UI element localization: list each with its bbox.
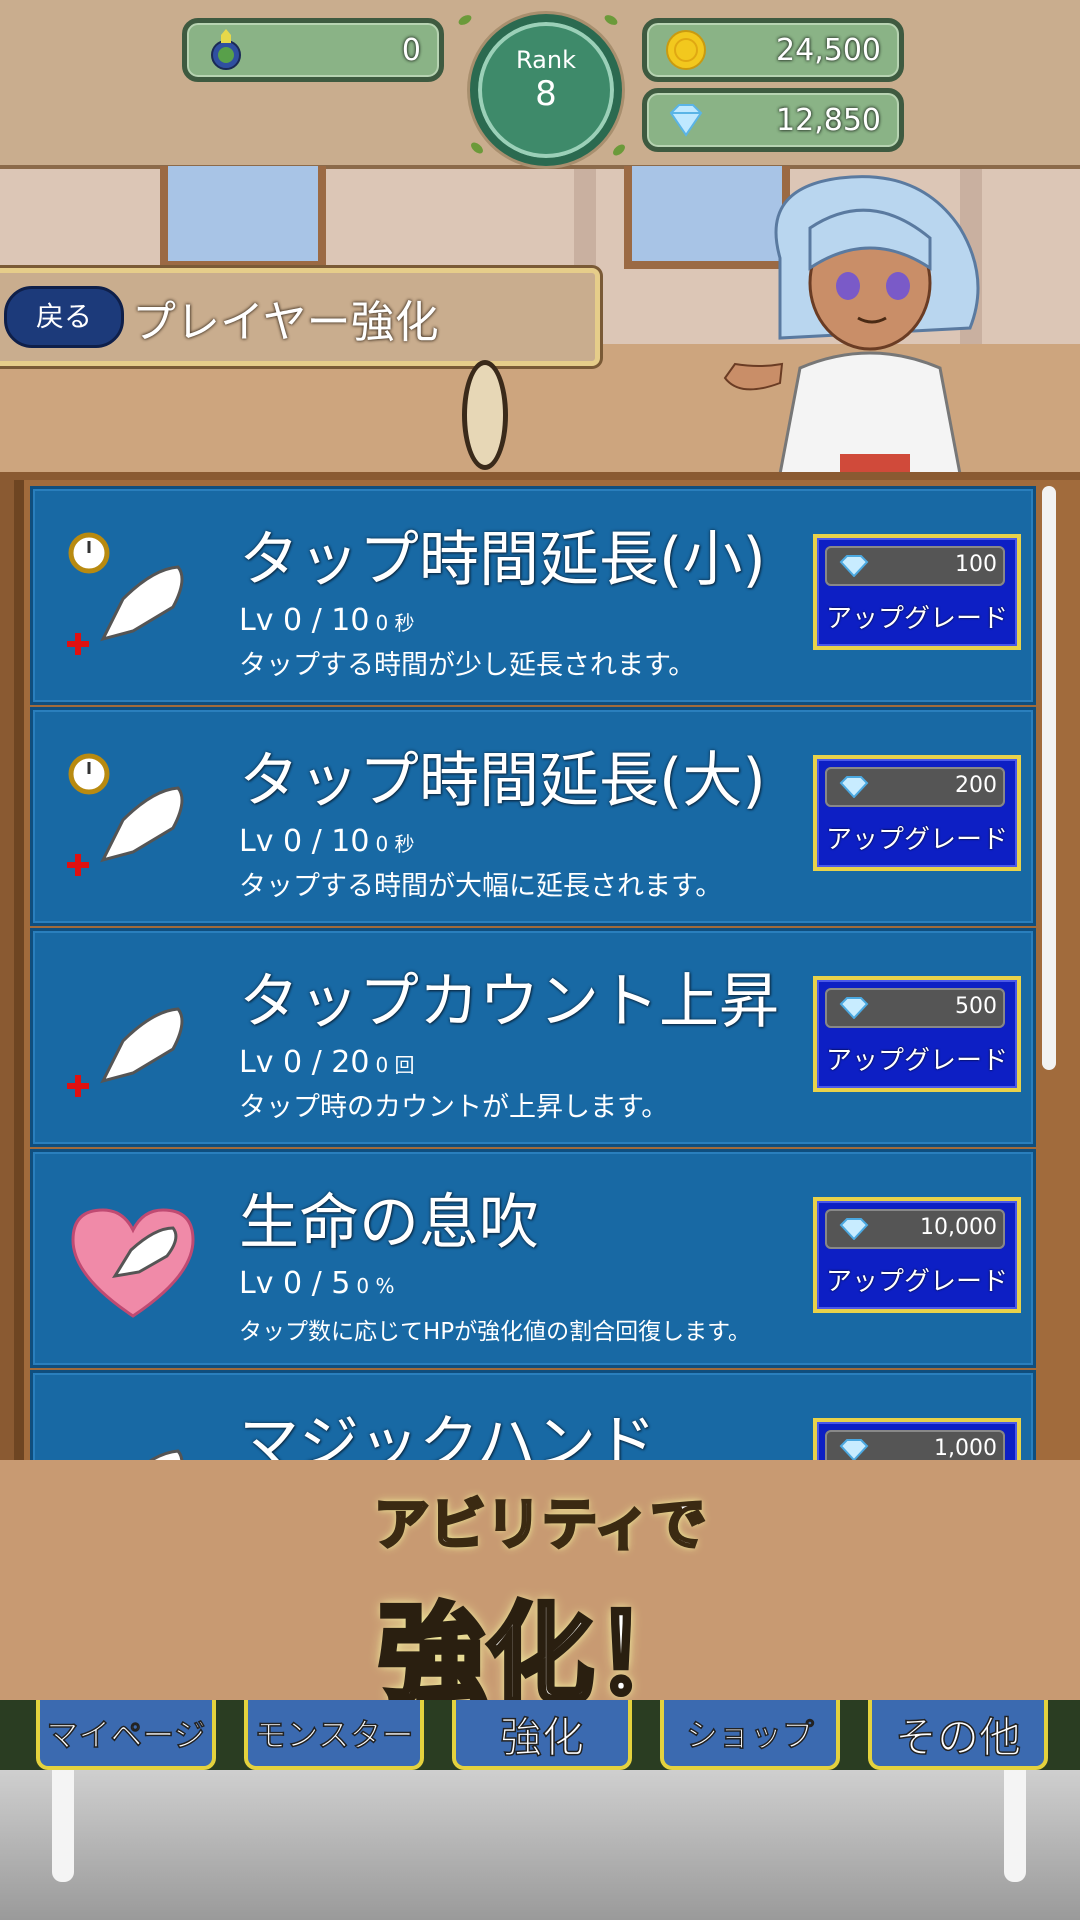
rank-label: Rank (516, 46, 576, 74)
tab-label: マイページ (46, 1715, 207, 1755)
gold-counter: 24,500 (642, 18, 904, 82)
upgrade-button[interactable]: 200 アップグレード (813, 755, 1021, 871)
hand-plus-icon (67, 1007, 184, 1097)
panel-scrollbar[interactable] (1042, 486, 1056, 1070)
upgrade-card-breath-of-life: 生命の息吹 Lv 0 / 50 % タップ数に応じてHPが強化値の割合回復します… (30, 1149, 1036, 1368)
gem-value: 12,850 (776, 103, 881, 138)
tab-shop[interactable]: ショップ (660, 1700, 840, 1770)
upgrade-name: タップ時間延長(小) (239, 525, 766, 595)
upgrade-name: 生命の息吹 (239, 1188, 539, 1258)
upgrade-card-tap-time-large: タップ時間延長(大) Lv 0 / 10 0 秒 タップする時間が大幅に延長されま… (30, 707, 1036, 926)
back-button[interactable]: 戻る (4, 286, 124, 348)
gold-value: 24,500 (776, 33, 881, 68)
tab-label: 強化 (499, 1712, 585, 1763)
diamond-icon (839, 1218, 869, 1240)
tab-upgrade[interactable]: 強化 (452, 1700, 632, 1770)
potion-counter: 0 (182, 18, 444, 82)
upgrade-description: タップ数に応じてHPが強化値の割合回復します。 (239, 1319, 751, 1345)
upgrade-level: Lv 0 / 10 0 秒 (239, 824, 415, 859)
potion-icon (211, 29, 241, 70)
footer-post (52, 1770, 74, 1882)
upgrade-card-tap-time-small: タップ時間延長(小) Lv 0 / 10 0 秒 タップする時間が少し延長されます… (30, 486, 1036, 705)
price-value: 10,000 (920, 1215, 997, 1240)
hand-timer-icon (67, 532, 184, 655)
upgrade-level: Lv 0 / 50 % (239, 1266, 395, 1301)
price-value: 500 (955, 994, 997, 1019)
potion-value: 0 (401, 33, 421, 68)
upgrade-button[interactable]: 500 アップグレード (813, 976, 1021, 1092)
heart-hand-icon (71, 1208, 195, 1318)
gold-coin-icon (666, 30, 706, 70)
window-left (160, 166, 326, 269)
price-value: 1,000 (934, 1436, 997, 1461)
upgrade-name: タップ時間延長(大) (239, 746, 766, 816)
footer-area (0, 1770, 1080, 1920)
diamond-icon (839, 997, 869, 1019)
upgrade-description: タップする時間が少し延長されます。 (239, 650, 696, 681)
tab-monster[interactable]: モンスター (244, 1700, 424, 1770)
price-field: 10,000 (825, 1209, 1005, 1249)
price-field: 500 (825, 988, 1005, 1028)
upgrade-level: Lv 0 / 20 0 回 (239, 1045, 415, 1080)
diamond-icon (839, 1439, 869, 1461)
price-field: 200 (825, 767, 1005, 807)
scene-shield (462, 360, 508, 470)
tab-label: その他 (894, 1712, 1022, 1763)
upgrade-button-label: アップグレード (825, 1046, 1008, 1076)
tab-other[interactable]: その他 (868, 1700, 1048, 1770)
diamond-icon (839, 555, 869, 577)
upgrade-button[interactable]: 10,000 アップグレード (813, 1197, 1021, 1313)
upgrade-level: Lv 0 / 10 0 秒 (239, 603, 415, 638)
promo-line1: アビリティで (372, 1492, 708, 1560)
gem-counter: 12,850 (642, 88, 904, 152)
diamond-icon (669, 104, 703, 137)
rank-value: 8 (535, 74, 557, 114)
diamond-icon (839, 776, 869, 798)
page-title: プレイヤー強化 (132, 297, 439, 348)
price-value: 100 (955, 552, 997, 577)
upgrade-description: タップする時間が大幅に延長されます。 (239, 871, 723, 902)
upgrade-button-label: アップグレード (825, 604, 1008, 634)
tab-label: ショップ (685, 1715, 815, 1755)
price-value: 200 (955, 773, 997, 798)
tab-label: モンスター (254, 1715, 415, 1755)
upgrade-button-label: アップグレード (825, 825, 1008, 855)
upgrade-description: タップ時のカウントが上昇します。 (239, 1092, 669, 1123)
upgrade-name: タップカウント上昇 (239, 967, 779, 1037)
tab-mypage[interactable]: マイページ (36, 1700, 216, 1770)
upgrade-card-tap-count: タップカウント上昇 Lv 0 / 20 0 回 タップ時のカウントが上昇します。 … (30, 928, 1036, 1147)
price-field: 100 (825, 546, 1005, 586)
upgrade-button[interactable]: 100 アップグレード (813, 534, 1021, 650)
rank-badge: Rank 8 (470, 14, 622, 166)
character-portrait (723, 175, 980, 474)
upgrade-button-label: アップグレード (825, 1267, 1008, 1297)
hand-timer-icon (67, 753, 184, 876)
footer-post (1004, 1770, 1026, 1882)
